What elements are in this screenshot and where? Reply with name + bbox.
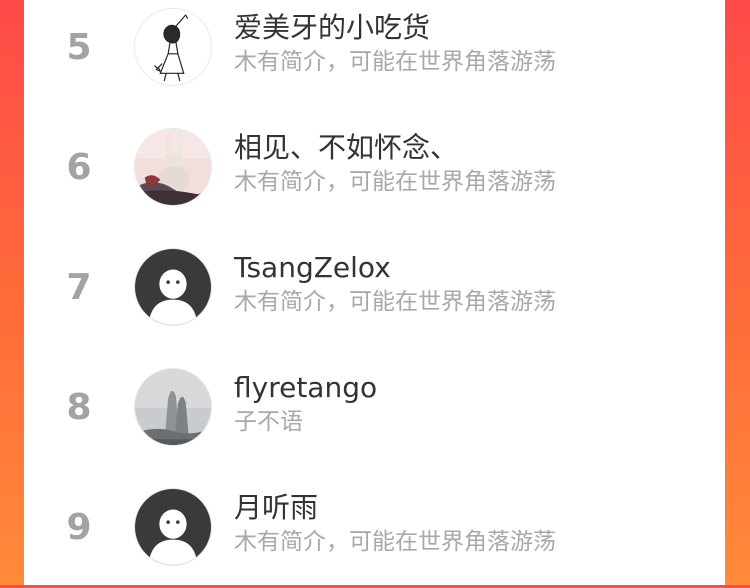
user-name[interactable]: flyretango bbox=[234, 372, 377, 404]
rank-number: 5 bbox=[66, 27, 92, 68]
user-name[interactable]: 相见、不如怀念、 bbox=[234, 132, 458, 164]
user-bio: 木有简介，可能在世界角落游荡 bbox=[234, 169, 556, 195]
default-avatar[interactable] bbox=[134, 248, 212, 326]
user-bio: 木有简介，可能在世界角落游荡 bbox=[234, 49, 556, 75]
list-item[interactable]: 7 TsangZelox 木有简介，可能在世界角落游荡 bbox=[24, 228, 725, 348]
user-bio: 木有简介，可能在世界角落游荡 bbox=[234, 529, 556, 555]
user-name[interactable]: 爱美牙的小吃货 bbox=[234, 12, 430, 44]
misty-mountain-avatar[interactable] bbox=[134, 368, 212, 446]
list-item[interactable]: 6 相见、不如怀念、 木有简介，可能在世界角落游荡 bbox=[24, 108, 725, 228]
rank-number: 7 bbox=[66, 267, 92, 308]
bunny-photo-avatar[interactable] bbox=[134, 128, 212, 206]
list-item[interactable]: 9 月听雨 木有简介，可能在世界角落游荡 bbox=[24, 468, 725, 588]
rank-number: 6 bbox=[66, 147, 92, 188]
user-name[interactable]: TsangZelox bbox=[234, 252, 391, 284]
rank-number: 9 bbox=[66, 507, 92, 548]
ranking-list: 5 爱美牙的小吃货 木有简介，可能在世界角落游荡 6 相见、不如怀念、 木有简介… bbox=[24, 0, 725, 585]
user-name[interactable]: 月听雨 bbox=[234, 492, 318, 524]
list-item[interactable]: 5 爱美牙的小吃货 木有简介，可能在世界角落游荡 bbox=[24, 0, 725, 108]
default-avatar[interactable] bbox=[134, 488, 212, 566]
sketch-girl-avatar[interactable] bbox=[134, 8, 212, 86]
user-bio: 子不语 bbox=[234, 409, 303, 435]
user-bio: 木有简介，可能在世界角落游荡 bbox=[234, 289, 556, 315]
list-item[interactable]: 8 flyretango 子不语 bbox=[24, 348, 725, 468]
rank-number: 8 bbox=[66, 387, 92, 428]
